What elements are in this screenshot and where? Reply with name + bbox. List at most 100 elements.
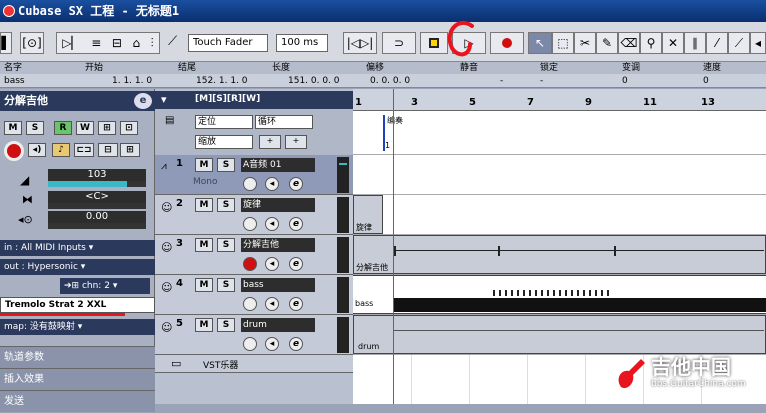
- split-tool-icon[interactable]: ✂: [574, 32, 596, 54]
- track-name[interactable]: drum: [241, 318, 315, 332]
- volume-slider[interactable]: [48, 181, 146, 187]
- input-routing[interactable]: in : All MIDI Inputs ▾: [0, 240, 155, 256]
- track-mute-button[interactable]: M: [195, 238, 213, 252]
- info-value[interactable]: -: [540, 74, 543, 88]
- touch-fader-dropdown[interactable]: Touch Fader: [188, 34, 268, 52]
- track-row[interactable]: 3 ☺ M S 分解吉他 ◂ e: [155, 235, 353, 275]
- part-drum[interactable]: drum: [353, 315, 766, 354]
- eraser-tool-icon[interactable]: ⌫: [618, 32, 640, 54]
- zoom-tool-icon[interactable]: ⚲: [640, 32, 662, 54]
- zoom-dropdown[interactable]: 缩放: [195, 135, 253, 149]
- edit-icon[interactable]: e: [134, 93, 152, 109]
- mute-button[interactable]: M: [4, 121, 22, 135]
- overview-icon[interactable]: ⊟: [112, 36, 122, 50]
- section-sends[interactable]: 发送: [0, 390, 155, 412]
- project-cursor[interactable]: [393, 89, 394, 404]
- pool-icon[interactable]: ⌂: [133, 36, 141, 50]
- track-row[interactable]: 2 ☺ M S 旋律 ◂ e: [155, 195, 353, 235]
- part-bass[interactable]: bass: [353, 275, 766, 314]
- fade-time-dropdown[interactable]: 100 ms: [276, 34, 328, 52]
- channel-select[interactable]: ➔⊞ chn: 2 ▾: [60, 278, 150, 294]
- info-value[interactable]: 1. 1. 1. 0: [112, 74, 152, 88]
- track-record-button[interactable]: [243, 257, 257, 271]
- track-record-button[interactable]: [243, 297, 257, 311]
- track-record-button[interactable]: [243, 337, 257, 351]
- track-row[interactable]: 1 ⩘ M S A音频 01 Mono ◂ e: [155, 155, 353, 195]
- timeline-ruler[interactable]: 1 3 5 7 9 11 13: [353, 89, 766, 111]
- midi-note-icon[interactable]: ♪: [52, 143, 70, 157]
- cycle-button[interactable]: ⊃: [382, 32, 416, 54]
- track-monitor-icon[interactable]: ◂: [265, 257, 279, 271]
- info-value[interactable]: 0: [622, 74, 628, 88]
- channel-settings-icon[interactable]: ⊟: [98, 143, 118, 157]
- track-record-button[interactable]: [243, 177, 257, 191]
- track-name[interactable]: bass: [241, 278, 315, 292]
- folder-track-row[interactable]: ▭ VST乐器: [155, 355, 353, 373]
- part-guitar[interactable]: 分解吉他: [353, 235, 766, 274]
- track-edit-icon[interactable]: e: [289, 257, 303, 271]
- freeze-button[interactable]: ⊞: [98, 121, 116, 135]
- track-mute-button[interactable]: M: [195, 318, 213, 332]
- track-row[interactable]: 5 ☺ M S drum ◂ e: [155, 315, 353, 355]
- drum-map-select[interactable]: map: 没有鼓映射 ▾: [0, 319, 155, 335]
- info-value[interactable]: 0: [703, 74, 709, 88]
- mute-tool-icon[interactable]: ✕: [662, 32, 684, 54]
- track-edit-icon[interactable]: e: [289, 297, 303, 311]
- line-tool-icon[interactable]: ⟋: [728, 32, 750, 54]
- effects-icon[interactable]: ⊞: [120, 143, 140, 157]
- track-mute-button[interactable]: M: [195, 198, 213, 212]
- inspector-track-name[interactable]: 分解吉他: [0, 91, 155, 111]
- glue-tool-icon[interactable]: ∥: [684, 32, 706, 54]
- info-view-icon[interactable]: ≡: [91, 36, 101, 50]
- track-monitor-icon[interactable]: ◂: [265, 297, 279, 311]
- track-monitor-icon[interactable]: ◂: [265, 177, 279, 191]
- panel-toggle-button[interactable]: ▌: [0, 32, 12, 54]
- info-value[interactable]: 151. 0. 0. 0: [288, 74, 340, 88]
- pan-slider[interactable]: [48, 203, 146, 209]
- rewind-start-button[interactable]: |◁▷|: [343, 32, 377, 54]
- track-monitor-icon[interactable]: ◂: [265, 217, 279, 231]
- track-record-button[interactable]: [243, 217, 257, 231]
- locate-dropdown[interactable]: 定位: [195, 115, 253, 129]
- draw-tool-icon[interactable]: ⁄: [706, 32, 728, 54]
- info-value[interactable]: 0. 0. 0. 0: [370, 74, 410, 88]
- mixer-icon[interactable]: ⫶: [151, 36, 154, 51]
- track-solo-button[interactable]: S: [217, 318, 235, 332]
- cycle-dropdown[interactable]: 循环: [255, 115, 313, 129]
- track-edit-icon[interactable]: e: [289, 217, 303, 231]
- section-track-parameters[interactable]: 轨道参数: [0, 346, 155, 368]
- monitor-icon[interactable]: ◂): [28, 143, 46, 157]
- track-solo-button[interactable]: S: [217, 198, 235, 212]
- read-button[interactable]: R: [54, 121, 72, 135]
- add-marker-button[interactable]: +: [259, 135, 281, 149]
- arrow-tool-icon[interactable]: ↖: [528, 32, 552, 54]
- track-mute-button[interactable]: M: [195, 158, 213, 172]
- track-mute-button[interactable]: M: [195, 278, 213, 292]
- pan-value[interactable]: <C>: [48, 191, 146, 203]
- info-value[interactable]: 152. 1. 1. 0: [196, 74, 248, 88]
- pencil-tool-icon[interactable]: ✎: [596, 32, 618, 54]
- track-solo-button[interactable]: S: [217, 278, 235, 292]
- track-name[interactable]: 分解吉他: [241, 238, 315, 252]
- track-edit-icon[interactable]: e: [289, 337, 303, 351]
- info-value[interactable]: bass: [4, 74, 25, 88]
- track-name[interactable]: 旋律: [241, 198, 315, 212]
- write-button[interactable]: W: [76, 121, 94, 135]
- inspector-view-icon[interactable]: ▷▏: [62, 36, 80, 50]
- record-button[interactable]: [490, 32, 524, 54]
- speaker-tool-icon[interactable]: ◂: [750, 32, 766, 54]
- input-transform-icon[interactable]: ⊏⊐: [74, 143, 94, 157]
- track-monitor-icon[interactable]: ◂: [265, 337, 279, 351]
- volume-value[interactable]: 103: [48, 169, 146, 181]
- track-name[interactable]: A音频 01: [241, 158, 315, 172]
- track-edit-icon[interactable]: e: [289, 177, 303, 191]
- solo-button[interactable]: S: [26, 121, 44, 135]
- folder-name[interactable]: VST乐器: [203, 358, 238, 371]
- output-routing[interactable]: out : Hypersonic ▾: [0, 259, 155, 275]
- global-track-buttons[interactable]: [M][S][R][W]: [195, 94, 260, 104]
- track-solo-button[interactable]: S: [217, 158, 235, 172]
- delay-value[interactable]: 0.00: [48, 211, 146, 223]
- part-melody[interactable]: 旋律: [353, 195, 383, 234]
- lock-button[interactable]: ⊡: [120, 121, 138, 135]
- collapse-icon[interactable]: ▾: [161, 93, 167, 106]
